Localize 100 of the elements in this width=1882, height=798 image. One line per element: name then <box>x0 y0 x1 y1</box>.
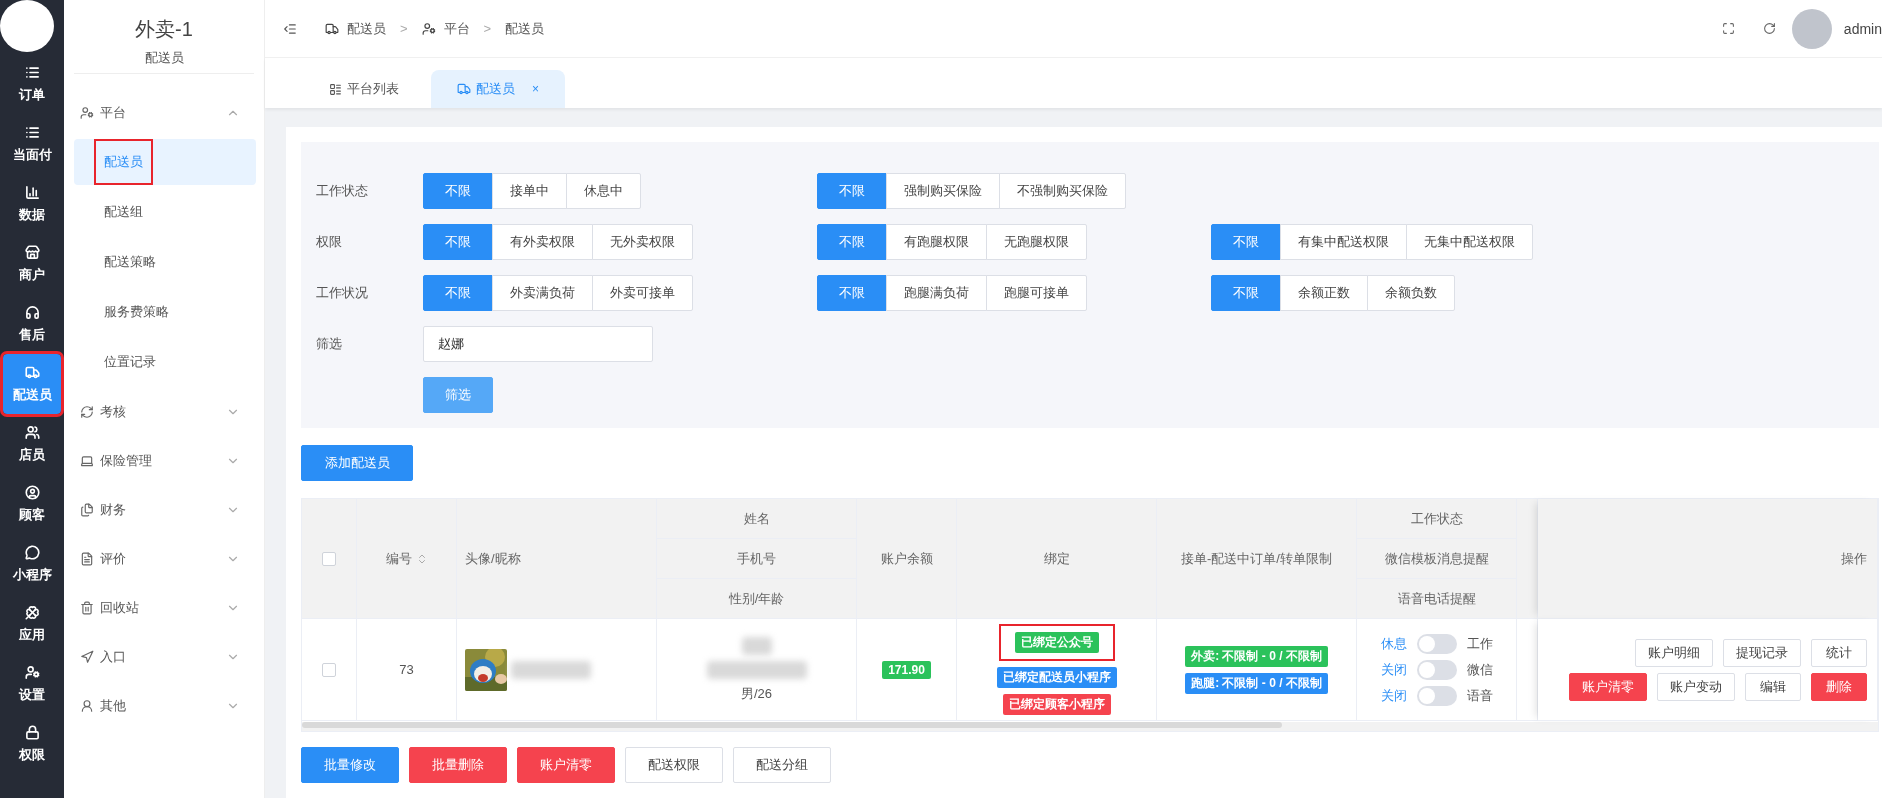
rail-item[interactable]: 当面付 <box>3 114 61 174</box>
rail-item[interactable]: 权限 <box>3 714 61 774</box>
list-icon <box>24 124 40 140</box>
menu-group[interactable]: 回收站 <box>64 583 264 632</box>
filter-option[interactable]: 跑腿可接单 <box>986 275 1087 311</box>
filter-option[interactable]: 强制购买保险 <box>886 173 1000 209</box>
collapse-icon[interactable] <box>283 21 297 36</box>
filter-option[interactable]: 无集中配送权限 <box>1406 224 1533 260</box>
menu-item-label: 配送策略 <box>103 253 157 271</box>
laptop-icon <box>80 453 94 468</box>
menu-group[interactable]: 考核 <box>64 387 264 436</box>
filter-option[interactable]: 外卖可接单 <box>592 275 693 311</box>
column-header: 绑定 <box>957 499 1157 619</box>
menu-group[interactable]: 平台 <box>64 88 264 137</box>
truck-icon <box>24 364 40 380</box>
action-button[interactable]: 统计 <box>1811 638 1867 667</box>
rail-item[interactable]: 订单 <box>3 54 61 114</box>
breadcrumb-item[interactable]: 配送员 <box>505 19 545 38</box>
tab-label: 平台列表 <box>347 80 399 98</box>
filter-option[interactable]: 接单中 <box>492 173 567 209</box>
breadcrumb-separator: > <box>483 21 492 36</box>
fullscreen-icon[interactable] <box>1721 22 1735 35</box>
filter-option[interactable]: 有跑腿权限 <box>886 224 987 260</box>
action-button[interactable]: 删除 <box>1811 672 1867 701</box>
filter-option[interactable]: 休息中 <box>566 173 641 209</box>
rail-item[interactable]: 商户 <box>3 234 61 294</box>
toggle-switch[interactable] <box>1416 633 1457 654</box>
column-header[interactable]: 编号 <box>357 499 457 619</box>
action-button[interactable]: 提现记录 <box>1723 638 1801 667</box>
checkbox[interactable] <box>322 551 336 566</box>
menu-group[interactable]: 财务 <box>64 485 264 534</box>
scrollbar[interactable] <box>302 722 1878 732</box>
filter-option[interactable]: 有集中配送权限 <box>1280 224 1407 260</box>
action-button[interactable]: 编辑 <box>1745 672 1801 701</box>
bulk-button[interactable]: 配送权限 <box>625 747 723 783</box>
filter-label: 工作状态 <box>316 182 369 200</box>
limit-tag: 跑腿: 不限制 - 0 / 不限制 <box>1185 672 1328 694</box>
menu-group[interactable]: 入口 <box>64 632 264 681</box>
trash-icon <box>80 600 94 615</box>
column-header: 账户余额 <box>857 499 957 619</box>
user-gear-icon <box>80 105 94 120</box>
rail-item[interactable]: 顾客 <box>3 474 61 534</box>
menu-group[interactable]: 其他 <box>64 681 264 730</box>
rail-item[interactable]: 售后 <box>3 294 61 354</box>
user-name[interactable]: admin <box>1843 20 1882 37</box>
user-gear-icon <box>24 664 40 680</box>
rail-item[interactable]: 小程序 <box>3 534 61 594</box>
refresh-icon[interactable] <box>1762 22 1776 35</box>
sidebar-title: 外卖-1 <box>134 17 194 42</box>
filter-option[interactable]: 不强制购买保险 <box>999 173 1126 209</box>
clover-icon <box>24 604 40 620</box>
menu-group[interactable]: 评价 <box>64 534 264 583</box>
truck-icon <box>457 82 471 96</box>
switch-label: 语音 <box>1466 686 1493 705</box>
menu-item[interactable]: 配送策略 <box>74 239 256 285</box>
binding-tag: 已绑定配送员小程序 <box>996 667 1117 688</box>
navigation-icon <box>80 649 94 664</box>
refresh-icon <box>80 404 94 419</box>
chat-icon <box>24 544 40 560</box>
menu-group[interactable]: 保险管理 <box>64 436 264 485</box>
filter-option[interactable]: 外卖满负荷 <box>492 275 593 311</box>
menu-item-label: 位置记录 <box>103 353 157 371</box>
rail-item[interactable]: 店员 <box>3 414 61 474</box>
menu-item[interactable]: 服务费策略 <box>74 289 256 335</box>
balance-tag: 171.90 <box>882 660 931 679</box>
filter-option[interactable]: 有外卖权限 <box>492 224 593 260</box>
rail-item[interactable]: 设置 <box>3 654 61 714</box>
column-header: 手机号 <box>657 539 857 579</box>
breadcrumb-item[interactable]: 平台 <box>443 19 470 38</box>
search-field[interactable]: 赵娜 <box>423 326 653 362</box>
menu-item[interactable]: 配送组 <box>74 189 256 235</box>
tab[interactable]: 平台列表 <box>303 70 425 108</box>
filter-option[interactable]: 余额正数 <box>1280 275 1368 311</box>
action-button[interactable]: 账户清零 <box>1569 672 1647 701</box>
avatar[interactable] <box>1791 8 1832 49</box>
filter-option[interactable]: 无跑腿权限 <box>986 224 1087 260</box>
filter-option[interactable]: 跑腿满负荷 <box>886 275 987 311</box>
bulk-button[interactable]: 账户清零 <box>517 747 615 783</box>
checkbox[interactable] <box>322 662 336 677</box>
action-button[interactable]: 账户明细 <box>1635 638 1713 667</box>
filter-option[interactable]: 无外卖权限 <box>592 224 693 260</box>
bulk-button[interactable]: 批量删除 <box>409 747 507 783</box>
toggle-switch[interactable] <box>1416 685 1457 706</box>
rail-item[interactable]: 应用 <box>3 594 61 654</box>
toggle-switch[interactable] <box>1416 659 1457 680</box>
menu-group-label: 评价 <box>100 549 127 568</box>
action-button[interactable]: 账户变动 <box>1657 672 1735 701</box>
column-header: 接单-配送中订单/转单限制 <box>1157 499 1357 619</box>
rail-item[interactable]: 数据 <box>3 174 61 234</box>
breadcrumb-item[interactable]: 配送员 <box>347 19 386 38</box>
binding-tag: 已绑定公众号 <box>1014 632 1099 653</box>
menu-item[interactable]: 位置记录 <box>74 339 256 385</box>
switch-label: 微信 <box>1466 660 1493 679</box>
menu-group-label: 其他 <box>100 696 127 715</box>
document-icon <box>80 551 94 566</box>
binding-tag: 已绑定顾客小程序 <box>1002 694 1111 715</box>
user-circle-icon <box>24 484 40 500</box>
filter-option[interactable]: 余额负数 <box>1367 275 1455 311</box>
bulk-button[interactable]: 配送分组 <box>733 747 831 783</box>
menu-group-label: 考核 <box>100 402 127 421</box>
